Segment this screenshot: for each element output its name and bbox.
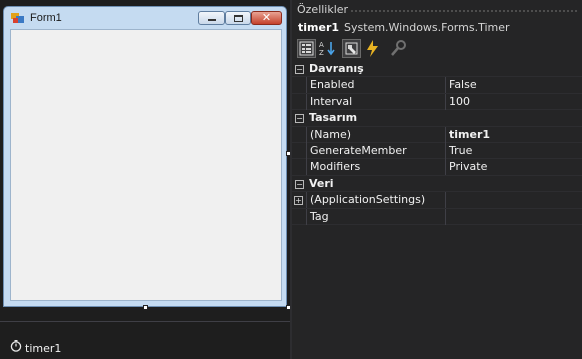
events-icon — [367, 40, 378, 57]
form-designer-surface[interactable]: Form1 ✕ timer1 — [0, 0, 291, 359]
property-row-enabled[interactable]: Enabled False — [292, 77, 582, 94]
property-name: Modifiers — [306, 159, 445, 176]
selected-object-name: timer1 — [298, 21, 340, 34]
svg-text:A: A — [319, 41, 324, 49]
property-pages-button[interactable] — [389, 39, 408, 58]
property-row-application-settings[interactable]: + (ApplicationSettings) — [292, 192, 582, 209]
property-value[interactable]: 100 — [445, 93, 582, 110]
property-value[interactable] — [445, 208, 582, 225]
form-title: Form1 — [30, 12, 62, 24]
categorized-button[interactable] — [297, 39, 316, 58]
property-row-generate-member[interactable]: GenerateMember True — [292, 142, 582, 160]
property-row-interval[interactable]: Interval 100 — [292, 93, 582, 111]
close-icon: ✕ — [261, 11, 272, 24]
panel-drag-grip[interactable] — [350, 9, 578, 13]
category-label: Davranış — [309, 62, 364, 75]
property-name: GenerateMember — [306, 142, 445, 159]
collapse-icon[interactable]: − — [295, 65, 304, 74]
property-name: Enabled — [306, 77, 445, 94]
property-row-tag[interactable]: Tag — [292, 208, 582, 225]
timer-component[interactable]: timer1 — [25, 342, 61, 355]
maximize-button[interactable] — [225, 11, 251, 25]
property-pages-icon — [391, 40, 406, 56]
collapse-icon[interactable]: − — [295, 114, 304, 124]
category-design[interactable]: − Tasarım — [292, 110, 582, 127]
minimize-button[interactable] — [198, 11, 225, 25]
form-window[interactable]: Form1 ✕ — [3, 6, 287, 307]
selected-object-type: System.Windows.Forms.Timer — [344, 21, 510, 34]
property-value[interactable] — [445, 192, 582, 209]
property-grid: − Davranış Enabled False Interval 100 − … — [292, 61, 582, 225]
property-name: Tag — [306, 208, 445, 225]
expand-icon[interactable]: + — [294, 196, 303, 206]
minimize-icon — [208, 19, 216, 21]
property-name: (ApplicationSettings) — [306, 192, 445, 209]
properties-button[interactable] — [342, 39, 361, 58]
maximize-icon — [234, 15, 243, 22]
property-value[interactable]: False — [445, 77, 582, 94]
properties-panel: Özellikler timer1 System.Windows.Forms.Ti… — [292, 0, 582, 359]
resize-handle-bottom[interactable] — [143, 305, 148, 310]
property-row-modifiers[interactable]: Modifiers Private — [292, 159, 582, 176]
alphabetical-icon: A Z — [319, 41, 335, 57]
properties-panel-title: Özellikler — [297, 3, 349, 16]
property-value[interactable]: Private — [445, 159, 582, 176]
svg-text:Z: Z — [319, 49, 324, 57]
close-button[interactable]: ✕ — [251, 11, 282, 25]
object-selector[interactable]: timer1 System.Windows.Forms.Timer — [298, 21, 510, 34]
properties-icon — [345, 42, 358, 55]
form-icon — [11, 13, 24, 23]
component-tray: timer1 — [0, 322, 290, 359]
categorized-icon — [299, 41, 314, 56]
stopwatch-icon — [10, 340, 22, 352]
events-button[interactable] — [363, 39, 382, 58]
property-name: (Name) — [306, 126, 445, 143]
category-behavior[interactable]: − Davranış — [292, 61, 582, 78]
alphabetical-button[interactable]: A Z — [318, 39, 337, 58]
property-value[interactable]: timer1 — [445, 126, 582, 143]
form-titlebar[interactable]: Form1 ✕ — [4, 7, 286, 29]
visual-studio-window: Form1 ✕ timer1 Özellikler timer1 System.… — [0, 0, 582, 359]
category-data[interactable]: − Veri — [292, 175, 582, 193]
category-label: Tasarım — [309, 111, 358, 125]
property-value[interactable]: True — [445, 142, 582, 159]
property-name: Interval — [306, 93, 445, 110]
property-row-name[interactable]: (Name) timer1 — [292, 126, 582, 143]
form-client-area[interactable] — [10, 29, 282, 301]
category-label: Veri — [309, 176, 334, 190]
properties-toolbar: A Z — [297, 38, 417, 60]
collapse-icon[interactable]: − — [295, 179, 304, 189]
